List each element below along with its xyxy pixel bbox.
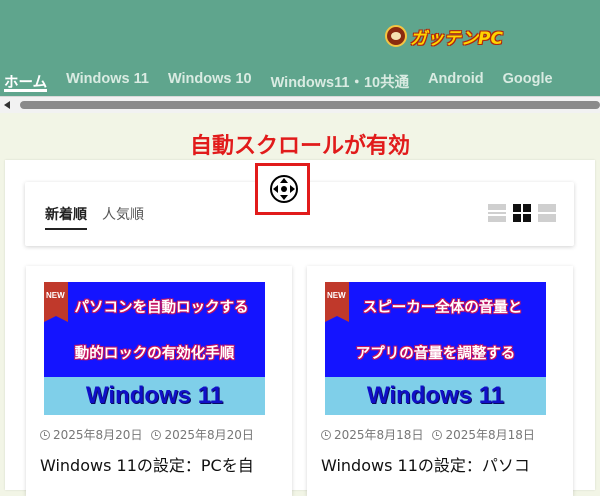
nav-item-windows11[interactable]: Windows 11: [66, 66, 149, 87]
main-nav: ホーム Windows 11 Windows 10 Windows11・10共通…: [0, 66, 572, 94]
nav-scrollbar[interactable]: [0, 96, 600, 113]
site-name: ガッテンPC: [410, 28, 503, 49]
nav-item-windows-common[interactable]: Windows11・10共通: [271, 66, 409, 92]
article-thumbnail[interactable]: パソコンを自動ロックする 動的ロックの有効化手順 Windows 11 NEW: [44, 282, 265, 415]
autoscroll-icon[interactable]: [270, 175, 298, 203]
updated-date: 2025年8月20日: [164, 428, 254, 442]
update-icon: [151, 429, 162, 440]
scroll-thumb[interactable]: [20, 101, 600, 109]
list-view-icon[interactable]: [488, 204, 506, 222]
published-date: 2025年8月18日: [334, 428, 424, 442]
article-thumbnail[interactable]: スピーカー全体の音量と アプリの音量を調整する Windows 11 NEW: [325, 282, 546, 415]
thumbnail-os-label: Windows 11: [325, 377, 546, 415]
site-header: ガッテンPC ホーム Windows 11 Windows 10 Windows…: [0, 0, 600, 96]
grid-view-icon[interactable]: [513, 204, 531, 222]
view-switcher: [488, 204, 556, 222]
autoscroll-highlight-box: [255, 163, 310, 215]
nav-item-google[interactable]: Google: [503, 66, 553, 87]
article-card[interactable]: スピーカー全体の音量と アプリの音量を調整する Windows 11 NEW 2…: [307, 266, 573, 496]
scroll-left-arrow-icon[interactable]: [4, 101, 10, 109]
article-dates: 2025年8月18日 2025年8月18日: [321, 426, 535, 443]
new-badge: NEW: [44, 282, 68, 322]
thumbnail-caption-line2: 動的ロックの有効化手順: [74, 346, 235, 362]
site-logo[interactable]: ガッテンPC: [385, 22, 503, 50]
clock-icon: [40, 429, 50, 440]
thumbnail-caption-line1: パソコンを自動ロックする: [74, 300, 249, 316]
tab-popular[interactable]: 人気順: [102, 204, 144, 224]
article-title[interactable]: Windows 11の設定：パソコ: [321, 452, 561, 476]
article-dates: 2025年8月20日 2025年8月20日: [40, 426, 254, 443]
nav-item-windows10[interactable]: Windows 10: [168, 66, 252, 87]
nav-item-home[interactable]: ホーム: [4, 66, 48, 92]
wide-view-icon[interactable]: [538, 204, 556, 222]
autoscroll-annotation-label: 自動スクロールが有効: [189, 134, 410, 159]
nav-item-android[interactable]: Android: [428, 66, 484, 87]
article-title[interactable]: Windows 11の設定：PCを自: [40, 452, 280, 476]
thumbnail-caption-line1: スピーカー全体の音量と: [362, 300, 523, 316]
logo-face-icon: [385, 25, 407, 47]
article-card[interactable]: パソコンを自動ロックする 動的ロックの有効化手順 Windows 11 NEW …: [26, 266, 292, 496]
clock-icon: [321, 429, 331, 440]
update-icon: [432, 429, 443, 440]
updated-date: 2025年8月18日: [445, 428, 535, 442]
published-date: 2025年8月20日: [53, 428, 143, 442]
thumbnail-os-label: Windows 11: [44, 377, 265, 415]
tab-newest[interactable]: 新着順: [45, 204, 87, 230]
thumbnail-caption-line2: アプリの音量を調整する: [355, 346, 516, 362]
new-badge: NEW: [325, 282, 349, 322]
